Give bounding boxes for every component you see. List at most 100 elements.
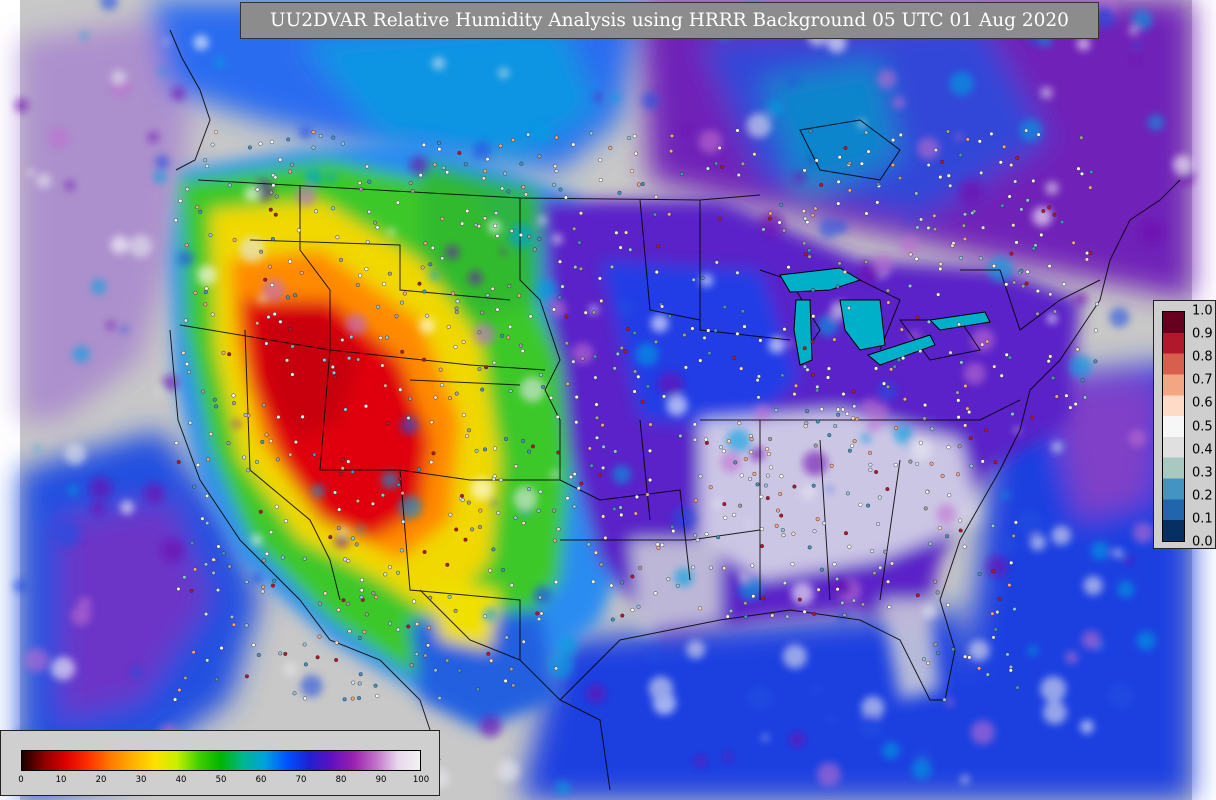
observation-dot [736,172,741,177]
observation-dot [521,639,526,644]
observation-dot [1014,240,1019,245]
rh-tick-label: 70 [295,775,307,785]
observation-dot [514,464,519,469]
observation-dot [1008,355,1013,360]
moisture-speckle [1043,700,1067,725]
observation-dot [755,378,760,383]
observation-dot [915,315,920,320]
observation-dot [275,457,280,462]
observation-dot [258,141,263,146]
observation-dot [247,145,252,150]
moisture-speckle [89,476,113,500]
observation-dot [893,462,898,467]
observation-dot [288,452,293,457]
observation-dot [843,145,848,150]
moisture-speckle [586,683,606,704]
observation-dot [591,310,596,315]
observation-dot [418,173,423,178]
observation-dot [334,658,339,663]
moisture-speckle [473,322,496,345]
observation-dot [1046,359,1051,364]
observation-dot [178,198,183,203]
observation-dot [1024,128,1029,133]
observation-dot [1031,178,1036,183]
observation-dot [293,293,298,298]
observation-dot [558,187,563,192]
observation-dot [563,195,568,200]
observation-dot [703,437,708,442]
observation-dot [174,441,179,446]
moisture-speckle [356,525,365,534]
moisture-speckle [1073,292,1088,306]
observation-dot [998,160,1003,165]
observation-dot [483,169,488,174]
observation-dot [894,425,899,430]
observation-dot [977,666,982,671]
moisture-speckle [162,374,179,391]
observation-dot [614,230,619,235]
observation-dot [759,527,764,532]
observation-dot [938,266,943,271]
rh-tick-label: 40 [175,775,187,785]
observation-dot [836,412,841,417]
observation-dot [432,162,437,167]
observation-dot [819,567,824,572]
observation-dot [627,135,632,140]
observation-dot [763,483,768,488]
observation-dot [890,561,895,566]
observation-dot [227,352,232,357]
observation-dot [216,544,221,549]
observation-dot [967,410,972,415]
observation-dot [992,364,997,369]
observation-dot [632,389,637,394]
observation-dot [777,220,782,225]
observation-dot [255,321,260,326]
observation-dot [537,154,542,159]
observation-dot [481,176,486,181]
moisture-speckle [907,217,914,224]
observation-dot [203,290,208,295]
observation-dot [735,331,740,336]
observation-dot [908,252,913,257]
observation-dot [557,295,562,300]
observation-dot [805,409,810,414]
observation-dot [445,170,450,175]
observation-dot [221,350,226,355]
observation-dot [339,257,344,262]
observation-dot [965,406,970,411]
observation-dot [312,452,317,457]
observation-dot [597,473,602,478]
moisture-speckle [143,482,165,504]
observation-dot [836,179,841,184]
moisture-speckle [617,299,634,315]
observation-dot [1093,328,1098,333]
observation-dot [827,433,832,438]
moisture-speckle [859,714,883,738]
observation-dot [509,583,514,588]
observation-dot [835,577,840,582]
observation-dot [1036,132,1041,137]
observation-dot [638,565,643,570]
observation-dot [902,397,907,402]
observation-dot [579,211,584,216]
observation-dot [908,284,913,289]
observation-dot [815,384,820,389]
observation-dot [752,471,757,476]
observation-dot [1052,309,1057,314]
moisture-speckle [832,219,848,235]
observation-dot [370,501,375,506]
observation-dot [556,450,561,455]
moisture-speckle [747,685,773,710]
observation-dot [398,476,403,481]
observation-dot [359,588,364,593]
observation-dot [204,286,209,291]
observation-dot [519,233,524,238]
observation-dot [955,390,960,395]
moisture-speckle [713,500,721,508]
observation-dot [258,509,263,514]
observation-dot [876,522,881,527]
observation-dot [733,460,738,465]
observation-dot [532,247,537,252]
observation-dot [463,162,468,167]
observation-dot [749,450,754,455]
